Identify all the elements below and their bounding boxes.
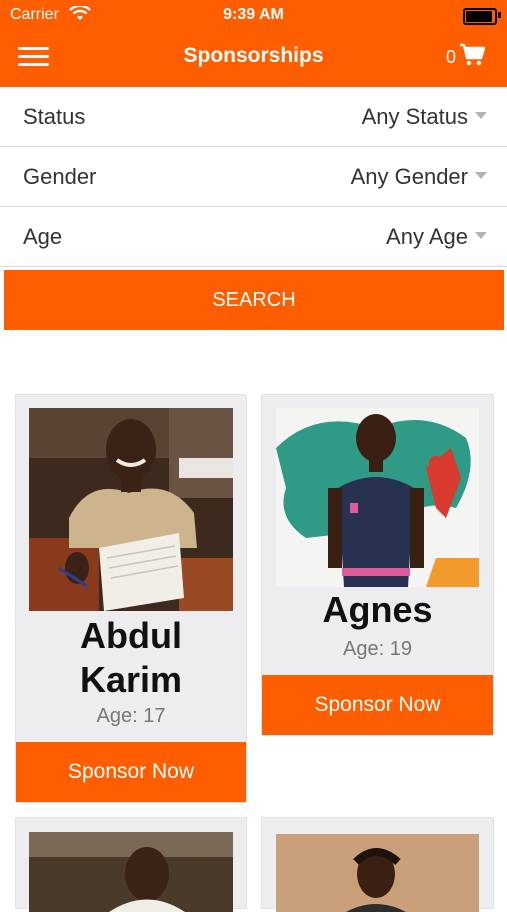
filter-list: Status Any Status Gender Any Gender Age …: [0, 87, 507, 267]
status-filter[interactable]: Status Any Status: [0, 87, 507, 147]
page-title: Sponsorships: [183, 44, 324, 67]
sponsor-now-button[interactable]: Sponsor Now: [16, 742, 246, 802]
app-header: Carrier 9:39 AM Sponsorships 0: [0, 0, 507, 87]
child-age: Age: 19: [343, 638, 412, 660]
child-age: Age: 17: [96, 705, 166, 727]
cart-count: 0: [446, 46, 457, 67]
dropdown-caret-icon: [475, 172, 487, 179]
child-name: Abdul Karim: [16, 614, 246, 702]
child-card-abdul-karim: Abdul Karim Age: 17 Sponsor Now: [15, 394, 247, 803]
filter-value: Any Age: [386, 224, 468, 249]
child-photo[interactable]: [29, 408, 233, 611]
cart-button[interactable]: 0: [446, 42, 486, 72]
cart-icon: [459, 43, 486, 72]
child-photo[interactable]: [276, 408, 479, 587]
gender-filter[interactable]: Gender Any Gender: [0, 147, 507, 207]
filter-label: Status: [23, 104, 86, 129]
filter-value: Any Gender: [350, 164, 468, 189]
clock: 9:39 AM: [223, 6, 284, 23]
battery-cap-icon: [498, 12, 501, 18]
child-card: [15, 817, 247, 912]
child-photo[interactable]: [29, 832, 233, 912]
filter-value: Any Status: [361, 104, 468, 129]
age-filter[interactable]: Age Any Age: [0, 207, 507, 267]
child-photo[interactable]: [276, 834, 479, 912]
sponsor-now-button[interactable]: Sponsor Now: [262, 675, 493, 735]
child-card: [261, 817, 494, 912]
filter-label: Gender: [23, 164, 97, 189]
dropdown-caret-icon: [475, 232, 487, 239]
dropdown-caret-icon: [475, 112, 487, 119]
child-name: Agnes: [322, 589, 433, 630]
status-bar: Carrier 9:39 AM: [0, 0, 507, 30]
battery-icon: [463, 8, 497, 25]
child-first-name: Abdul: [80, 615, 182, 656]
filter-label: Age: [23, 224, 63, 249]
search-button[interactable]: SEARCH: [4, 270, 504, 330]
child-last-name: Karim: [79, 659, 183, 700]
child-card-agnes: Agnes Age: 19 Sponsor Now: [261, 394, 494, 736]
